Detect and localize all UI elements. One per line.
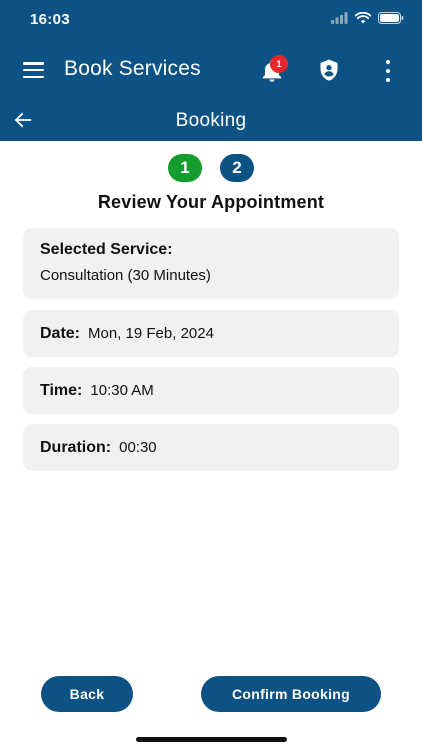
duration-label: Duration: [40,438,112,456]
confirm-booking-button[interactable]: Confirm Booking [201,676,381,712]
service-label: Selected Service: [40,241,173,258]
review-title: Review Your Appointment [97,192,325,212]
menu-icon[interactable] [23,62,44,78]
date-label: Date: [40,324,81,342]
status-bar: 16:03 [0,0,422,40]
app-bar: Book Services 1 [0,46,422,96]
home-indicator [136,737,287,742]
step-2: 2 [220,154,254,182]
status-time: 16:03 [30,11,70,28]
shield-user-icon[interactable] [317,58,341,82]
date-card: Date: Mon, 19 Feb, 2024 [23,310,399,357]
service-card: Selected Service: Consultation (30 Minut… [23,228,399,299]
battery-icon [378,12,404,24]
page-title: Booking [175,110,247,131]
signal-icon [331,12,348,24]
wifi-icon [355,12,371,24]
service-value: Consultation (30 Minutes) [40,267,211,284]
back-button[interactable]: Back [41,676,133,712]
date-value: Mon, 19 Feb, 2024 [88,325,214,342]
notification-badge: 1 [270,55,288,73]
time-card: Time: 10:30 AM [23,367,399,414]
duration-value: 00:30 [119,439,157,456]
header: 16:03 Book Services 1 Booking [0,0,422,141]
time-value: 10:30 AM [90,382,154,399]
step-1: 1 [168,154,202,182]
status-icons [331,12,404,24]
time-label: Time: [40,381,83,399]
duration-card: Duration: 00:30 [23,424,399,471]
app-title: Book Services [64,57,201,80]
sub-header: Booking [0,100,422,141]
more-vertical-icon[interactable] [382,60,394,82]
stepper: 1 2 [0,154,422,182]
